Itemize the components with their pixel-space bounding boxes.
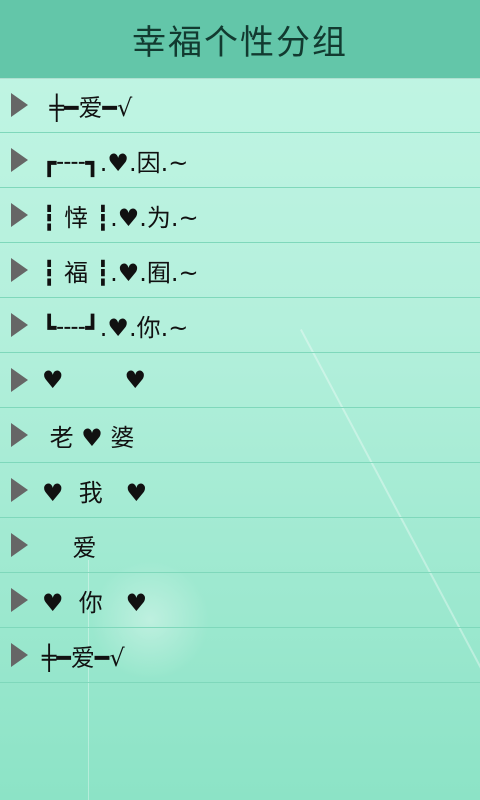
group-label: ♥ ♥ <box>42 366 147 394</box>
triangle-right-icon <box>11 258 28 282</box>
group-row[interactable]: ♥ 我 ♥ <box>0 463 480 518</box>
triangle-right-icon <box>11 203 28 227</box>
group-label: ┇ 福 ┇.♥.囿.~ <box>42 258 199 287</box>
triangle-right-icon <box>11 588 28 612</box>
group-label: ┇ 悻 ┇.♥.为.~ <box>42 203 199 232</box>
group-row[interactable]: 爱 <box>0 518 480 573</box>
triangle-right-icon <box>11 93 28 117</box>
group-label: ♥ 我 ♥ <box>42 478 148 507</box>
group-row[interactable]: 老 ♥ 婆 <box>0 408 480 463</box>
triangle-right-icon <box>11 643 28 667</box>
triangle-right-icon <box>11 368 28 392</box>
triangle-right-icon <box>11 533 28 557</box>
group-row[interactable]: ♥ ♥ <box>0 353 480 408</box>
group-label: ┗╌╌┛.♥.你.~ <box>42 313 189 342</box>
group-row[interactable]: ┗╌╌┛.♥.你.~ <box>0 298 480 353</box>
triangle-right-icon <box>11 148 28 172</box>
group-row[interactable]: ♥ 你 ♥ <box>0 573 480 628</box>
group-row[interactable]: ┇ 福 ┇.♥.囿.~ <box>0 243 480 298</box>
triangle-right-icon <box>11 313 28 337</box>
group-label: ╪━爱━√ <box>42 643 125 672</box>
group-row[interactable]: ╪━爱━√ <box>0 78 480 133</box>
group-label: ♥ 你 ♥ <box>42 588 148 617</box>
app-header: 幸福个性分组 <box>0 0 480 78</box>
group-row[interactable]: ╪━爱━√ <box>0 628 480 683</box>
group-row[interactable]: ┇ 悻 ┇.♥.为.~ <box>0 188 480 243</box>
group-label: 老 ♥ 婆 <box>42 423 135 452</box>
group-label: ┏╌╌┓.♥.因.~ <box>42 148 189 177</box>
triangle-right-icon <box>11 478 28 502</box>
triangle-right-icon <box>11 423 28 447</box>
group-row[interactable]: ┏╌╌┓.♥.因.~ <box>0 133 480 188</box>
group-list: ╪━爱━√ ┏╌╌┓.♥.因.~ ┇ 悻 ┇.♥.为.~ ┇ 福 ┇.♥.囿.~… <box>0 78 480 683</box>
group-label: ╪━爱━√ <box>42 93 133 122</box>
group-label: 爱 <box>42 533 97 562</box>
page-title: 幸福个性分组 <box>132 22 348 63</box>
